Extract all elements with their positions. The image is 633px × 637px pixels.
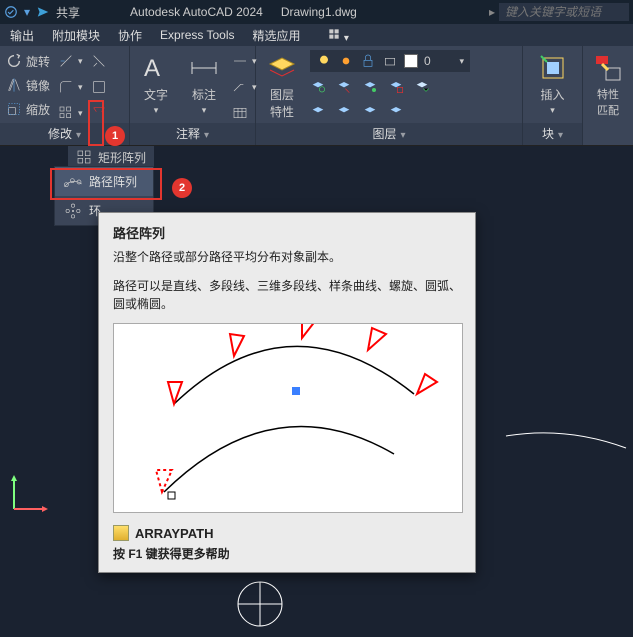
ucs-icon [6,469,54,517]
tooltip-f1: 按 F1 键获得更多帮助 [113,545,461,562]
polar-array-icon [63,203,83,219]
tab-express-tools[interactable]: Express Tools [160,28,234,42]
panel-annotate: A 文字▾ 标注▾ ▾ ▾ 注释▾ [130,46,256,145]
layer-tool-5[interactable] [414,78,430,94]
panel-properties: 特性 匹配 [583,46,633,145]
annotate-tool-2[interactable]: ▾ [232,76,257,98]
modify-tool-2[interactable] [91,76,107,98]
tab-collaborate[interactable]: 协作 [118,27,142,44]
rect-array-row[interactable]: 矩形阵列 [68,146,154,168]
document-name: Drawing1.dwg [281,5,357,19]
modify-tool-3[interactable] [91,102,107,124]
badge-1: 1 [105,126,125,146]
path-array-item[interactable]: 路径阵列 [55,167,153,196]
title-bar: ▾ 共享 Autodesk AutoCAD 2024 Drawing1.dwg … [0,0,633,24]
modify-tool-1[interactable] [91,50,107,72]
tooltip-title: 路径阵列 [113,223,461,242]
sun-icon [338,53,354,69]
tooltip-command: ARRAYPATH [113,525,461,541]
tab-featured-apps[interactable]: 精选应用 [253,27,301,44]
layer-name: 0 [424,54,431,68]
share-button[interactable]: ▾ 共享 [4,4,80,21]
path-array-icon [63,174,83,190]
trim-button[interactable]: ▾ [58,50,83,72]
layer-color-swatch [404,54,418,68]
panel-block-label: 块 [542,127,554,141]
tooltip-desc-2: 路径可以是直线、多段线、三维多段线、样条曲线、螺旋、圆弧、圆或椭圆。 [113,277,461,313]
insert-button[interactable]: 插入▾ [533,50,573,116]
ribbon: 旋转 镜像 缩放 ▾ ▾ ▾ 修改 ▾ A 文字▾ [0,46,633,146]
layer-tool-9[interactable] [388,103,404,119]
rotate-button[interactable]: 旋转 [6,50,50,72]
tab-output[interactable]: 输出 [10,27,34,44]
share-icon [36,5,50,19]
leader-button[interactable]: ▾ [232,50,257,72]
app-title: Autodesk AutoCAD 2024 [130,5,263,19]
rect-array-label: 矩形阵列 [98,149,146,166]
layer-tool-6[interactable] [310,103,326,119]
layer-tool-7[interactable] [336,103,352,119]
svg-text:A: A [144,55,160,82]
layer-tool-2[interactable] [336,78,352,94]
table-button[interactable] [232,102,248,124]
text-button[interactable]: A 文字▾ [136,50,176,116]
panel-layers: 图层 特性 0 ▾ [256,46,523,145]
dimension-button[interactable]: 标注▾ [184,50,224,116]
array-button[interactable]: ▾ [58,102,83,124]
tooltip-desc-1: 沿整个路径或部分路径平均分布对象副本。 [113,248,461,265]
help-dropdown-icon[interactable]: ▸ [489,5,495,19]
panel-annotate-label: 注释 [176,127,200,141]
bulb-icon [316,53,332,69]
command-icon [113,525,129,541]
panel-block: 插入▾ 块▾ [523,46,583,145]
autosave-icon [4,5,18,19]
share-label: 共享 [56,4,80,21]
print-icon [382,53,398,69]
tab-bar: 输出 附加模块 协作 Express Tools 精选应用 ▾ [0,24,633,46]
panel-layers-label: 图层 [372,127,396,141]
tab-addins[interactable]: 附加模块 [52,27,100,44]
layer-dropdown[interactable]: 0 ▾ [310,50,470,72]
tab-overflow-icon[interactable]: ▾ [327,27,349,44]
layer-tool-3[interactable] [362,78,378,94]
layer-properties-button[interactable]: 图层 特性 [262,50,302,120]
badge-2: 2 [172,178,192,198]
rect-array-icon [76,149,92,165]
layer-tool-8[interactable] [362,103,378,119]
layer-tool-4[interactable] [388,78,404,94]
match-properties-button[interactable]: 特性 匹配 [588,50,628,118]
layer-tool-1[interactable] [310,78,326,94]
mirror-button[interactable]: 镜像 [6,74,50,96]
panel-modify-label: 修改 [48,127,72,141]
fillet-button[interactable]: ▾ [58,76,83,98]
tooltip-image [113,323,463,513]
scale-button[interactable]: 缩放 [6,98,50,120]
lock-icon [360,53,376,69]
tooltip: 路径阵列 沿整个路径或部分路径平均分布对象副本。 路径可以是直线、多段线、三维多… [98,212,476,573]
search-input[interactable] [499,3,629,21]
